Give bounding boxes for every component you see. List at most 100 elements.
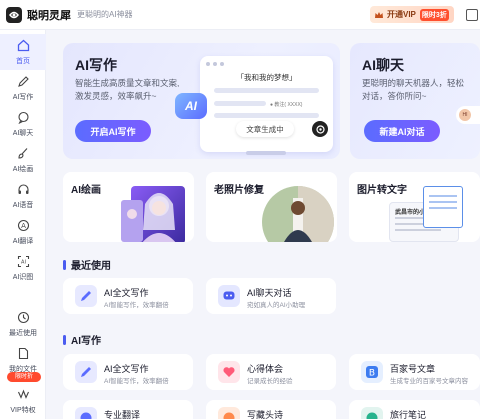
old-photo-image	[262, 186, 334, 242]
ai-writing-section-heading: AI写作	[63, 332, 101, 347]
open-vip-button[interactable]: 开通VIP 限时3折	[370, 6, 454, 23]
tool-name: AI聊天对话	[247, 288, 292, 298]
travel-icon	[361, 407, 383, 419]
pen-icon	[75, 361, 97, 383]
sidebar-item-home[interactable]: 首页	[0, 34, 46, 70]
tool-baijiahao-article[interactable]: B 百家号文章 生成专业的百家号文章内容	[349, 354, 480, 390]
sidebar-item-label: AI写作	[12, 93, 34, 101]
heading-accent-bar	[63, 259, 66, 270]
sidebar-item-label: AI绘画	[12, 165, 34, 173]
image-to-text-card[interactable]: 图片转文字 武昌市的小雨	[349, 172, 480, 242]
sidebar-item-label: 最近使用	[9, 329, 37, 337]
tool-desc: AI智能写作，效率翻倍	[104, 378, 169, 385]
window-menu-icon[interactable]	[466, 9, 478, 21]
card-title: 图片转文字	[357, 185, 407, 196]
ocr-scan-frame	[423, 186, 463, 228]
document-illustration: 「我和我的梦想」 ● 教注( XXXX)	[200, 56, 333, 152]
chat-avatar: HI	[456, 106, 480, 124]
top-bar: 聪明灵犀 更聪明的AI神器 开通VIP 限时3折	[0, 0, 480, 30]
tool-travel-notes[interactable]: 旅行笔记	[349, 400, 480, 419]
tool-desc: AI智能写作，效率翻倍	[104, 302, 169, 309]
poem-icon	[218, 407, 240, 419]
file-icon	[16, 347, 30, 361]
app-name: 聪明灵犀	[27, 9, 71, 22]
sidebar-item-ai-translate[interactable]: A AI翻译	[0, 214, 46, 250]
sidebar-item-vip[interactable]: VIP特权	[0, 383, 46, 419]
doc-title: 「我和我的梦想」	[236, 73, 297, 82]
heading-accent-bar	[63, 334, 66, 345]
sidebar-item-ai-voice[interactable]: AI语音	[0, 178, 46, 214]
tool-name: 专业翻译	[104, 410, 141, 419]
sidebar-item-recent[interactable]: 最近使用	[0, 306, 46, 342]
tool-acrostic-poem[interactable]: 写藏头诗	[206, 400, 336, 419]
doc-line	[214, 101, 266, 106]
ai-chat-card[interactable]: AI聊天 更聪明的聊天机器人，轻松 对话，答你所问~ 新建AI对话	[350, 43, 480, 159]
monitor-stand	[246, 151, 286, 155]
start-ai-writing-button[interactable]: 开启AI写作	[75, 120, 151, 142]
svg-text:B: B	[369, 369, 375, 379]
card-title: 老照片修复	[214, 185, 264, 196]
sidebar-item-label: AI翻译	[12, 237, 34, 245]
sidebar-item-label: AI语音	[12, 201, 34, 209]
brush-icon	[16, 147, 30, 161]
sidebar-item-label: AI识图	[12, 273, 34, 281]
svg-text:AI: AI	[21, 260, 26, 266]
tool-ai-full-writing[interactable]: AI全文写作 AI智能写作，效率翻倍	[63, 354, 193, 390]
avatar-text: HI	[459, 109, 471, 121]
vip-label: 开通VIP	[387, 10, 416, 19]
tool-name: 旅行笔记	[390, 410, 427, 419]
recent-tool-ai-chat[interactable]: AI聊天对话 宛如真人的AI小助理	[206, 278, 336, 314]
recent-tool-ai-full-writing[interactable]: AI全文写作 AI智能写作，效率翻倍	[63, 278, 193, 314]
app-logo-icon	[6, 6, 22, 23]
translate-icon: A	[16, 219, 30, 233]
app-slogan: 更聪明的AI神器	[77, 10, 133, 19]
time-limited-badge: 限时折	[7, 372, 41, 382]
ai-painting-thumb	[121, 200, 143, 242]
baijiahao-icon: B	[361, 361, 383, 383]
card-desc-line: 对话，答你所问~	[362, 91, 427, 101]
sidebar-item-label: AI聊天	[12, 129, 34, 137]
sidebar-item-label: 首页	[16, 57, 30, 65]
card-desc-line: 更聪明的聊天机器人，轻松	[362, 78, 465, 88]
crown-icon	[375, 11, 383, 18]
chat-bot-icon	[218, 285, 240, 307]
generating-status: 文章生成中	[236, 121, 294, 137]
pen-icon	[75, 285, 97, 307]
sidebar-item-ai-writing[interactable]: AI写作	[0, 70, 46, 106]
card-title: AI聊天	[362, 57, 404, 73]
tool-name: 心得体会	[247, 364, 284, 374]
chat-icon	[16, 111, 30, 125]
tool-desc: 记录成长的经验	[247, 378, 293, 385]
openai-logo-icon	[312, 121, 328, 137]
vip-discount-badge: 限时3折	[419, 8, 449, 21]
tool-name: 百家号文章	[390, 364, 436, 374]
tool-name: AI全文写作	[104, 364, 149, 374]
pen-icon	[16, 75, 30, 89]
heart-icon	[218, 361, 240, 383]
card-desc-line: 智能生成高质量文章和文案,	[75, 78, 180, 88]
new-ai-chat-button[interactable]: 新建AI对话	[364, 120, 440, 142]
section-title: 最近使用	[71, 261, 111, 272]
clock-icon	[16, 311, 30, 325]
sidebar-item-label: VIP特权	[10, 406, 36, 414]
section-title: AI写作	[71, 336, 101, 347]
translate-icon	[75, 407, 97, 419]
headphone-icon	[16, 183, 30, 197]
sidebar-item-ai-painting[interactable]: AI绘画	[0, 142, 46, 178]
tool-reflections[interactable]: 心得体会 记录成长的经验	[206, 354, 336, 390]
ai-painting-card[interactable]: AI绘画	[63, 172, 194, 242]
tool-name: AI全文写作	[104, 288, 149, 298]
card-title: AI写作	[75, 57, 117, 73]
doc-line	[214, 113, 319, 118]
old-photo-restore-card[interactable]: 老照片修复	[206, 172, 337, 242]
vip-icon	[16, 388, 30, 402]
tool-name: 写藏头诗	[247, 410, 284, 419]
scan-icon: AI	[16, 255, 30, 269]
doc-line	[214, 88, 319, 93]
sidebar-item-ai-image-recognition[interactable]: AI AI识图	[0, 250, 46, 286]
card-desc-line: 激发灵感，效率飙升~	[75, 91, 157, 101]
ai-badge-icon: AI	[175, 93, 207, 119]
tool-desc: 宛如真人的AI小助理	[247, 302, 306, 309]
sidebar-item-ai-chat[interactable]: AI聊天	[0, 106, 46, 142]
tool-professional-translate[interactable]: 专业翻译	[63, 400, 193, 419]
